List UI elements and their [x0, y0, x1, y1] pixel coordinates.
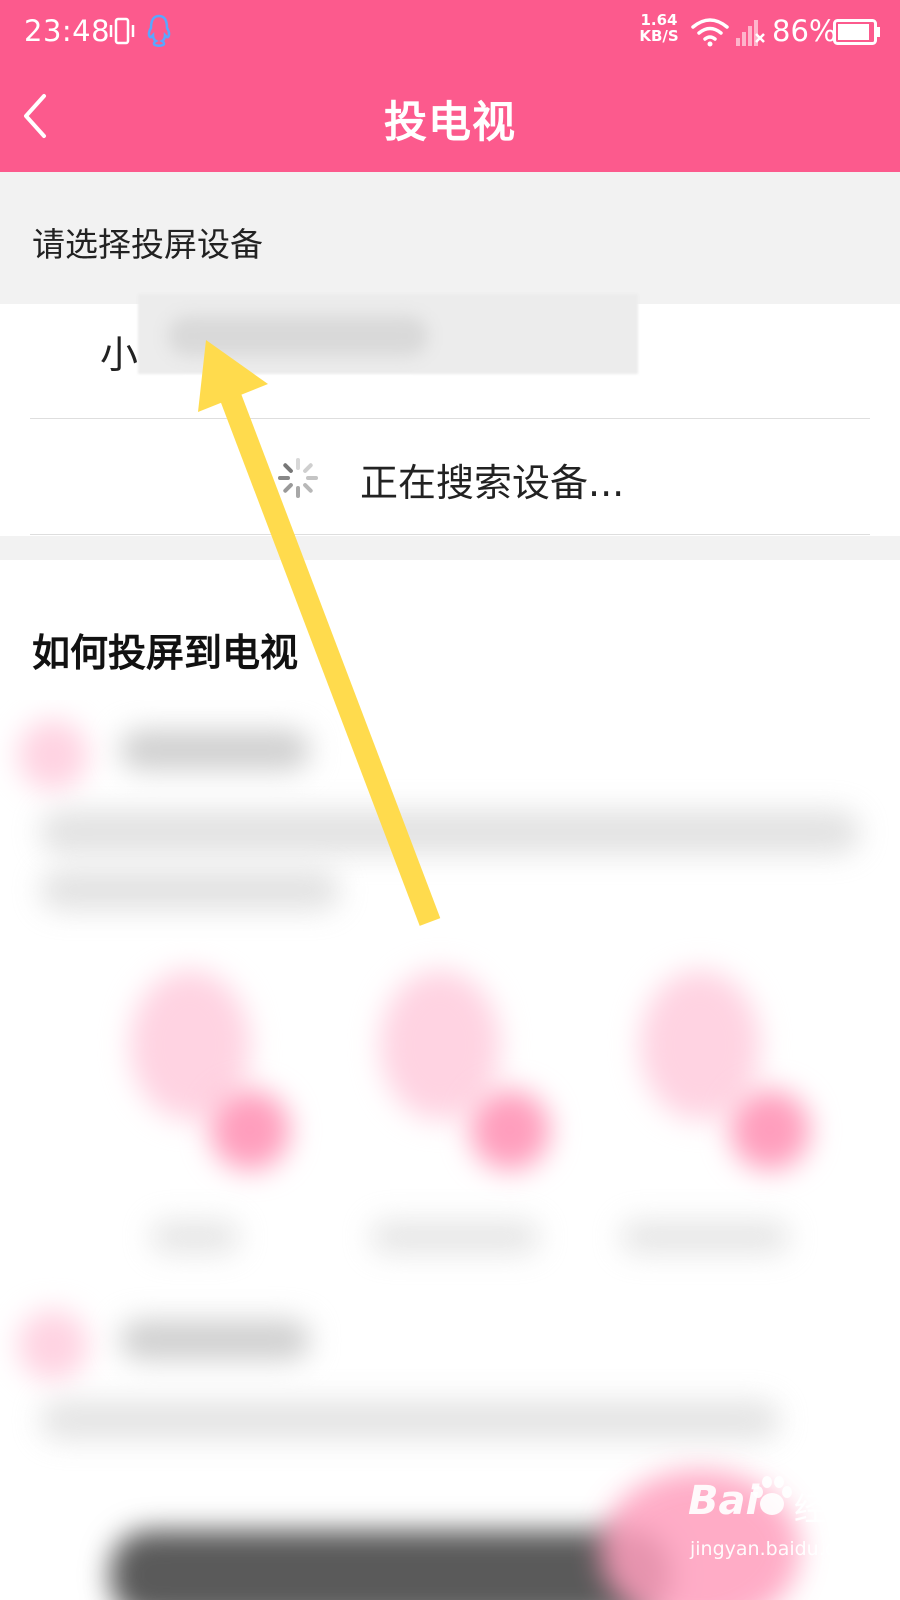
blurred-bottom-button — [110, 1530, 670, 1600]
network-speed-unit: KB/S — [639, 27, 679, 45]
no-signal-icon — [736, 20, 765, 46]
blurred-step-badge — [18, 1310, 88, 1380]
page-title: 投电视 — [384, 98, 516, 148]
blurred-text-line — [40, 1400, 780, 1440]
wifi-icon — [691, 18, 729, 47]
battery-percent: 86% — [772, 14, 837, 48]
searching-text: 正在搜索设备... — [360, 461, 625, 505]
searching-row: 正在搜索设备... — [30, 418, 870, 535]
watermark-brand-cn: 经验 — [794, 1490, 859, 1528]
blurred-tutorial-content — [0, 700, 900, 1600]
blurred-caption — [150, 1220, 240, 1254]
section-divider — [0, 536, 900, 560]
blurred-illustration-dot — [470, 1090, 550, 1170]
device-section-header: 请选择投屏设备 — [0, 172, 900, 304]
howto-title: 如何投屏到电视 — [32, 631, 299, 675]
qq-icon — [147, 14, 171, 47]
redacted-device-name — [138, 294, 638, 374]
blurred-step-title — [120, 730, 310, 770]
blurred-step-badge — [18, 720, 88, 790]
network-speed: 1.64 KB/S — [637, 12, 681, 44]
paw-logo-icon — [753, 1476, 792, 1515]
blurred-caption — [370, 1220, 540, 1254]
vibrate-icon — [109, 17, 135, 45]
blurred-step-title — [120, 1320, 310, 1360]
blurred-text-line — [40, 810, 860, 854]
select-device-label: 请选择投屏设备 — [32, 225, 263, 264]
device-list: 小 正在搜索设备... — [0, 294, 900, 536]
blurred-caption — [620, 1220, 790, 1254]
watermark-brand: Bai — [688, 1478, 760, 1524]
blurred-illustration-dot — [210, 1090, 290, 1170]
watermark-url: jingyan.baidu.com — [690, 1538, 866, 1560]
blurred-illustration-dot — [730, 1090, 810, 1170]
device-name: 小 — [100, 333, 139, 377]
blurred-text-line — [40, 870, 340, 910]
device-item[interactable]: 小 — [30, 294, 870, 419]
blurred-illustration — [640, 970, 760, 1120]
app-header: 投电视 — [0, 66, 900, 172]
loading-spinner-icon — [278, 458, 318, 498]
blurred-illustration — [380, 970, 500, 1120]
battery-icon — [833, 19, 880, 45]
status-time: 23:48 — [24, 14, 111, 48]
status-bar: 23:48 1.64 KB/S 86% — [0, 0, 900, 66]
baidu-watermark: Bai 经验 jingyan.baidu.com — [688, 1476, 888, 1588]
network-speed-value: 1.64 — [640, 11, 678, 29]
